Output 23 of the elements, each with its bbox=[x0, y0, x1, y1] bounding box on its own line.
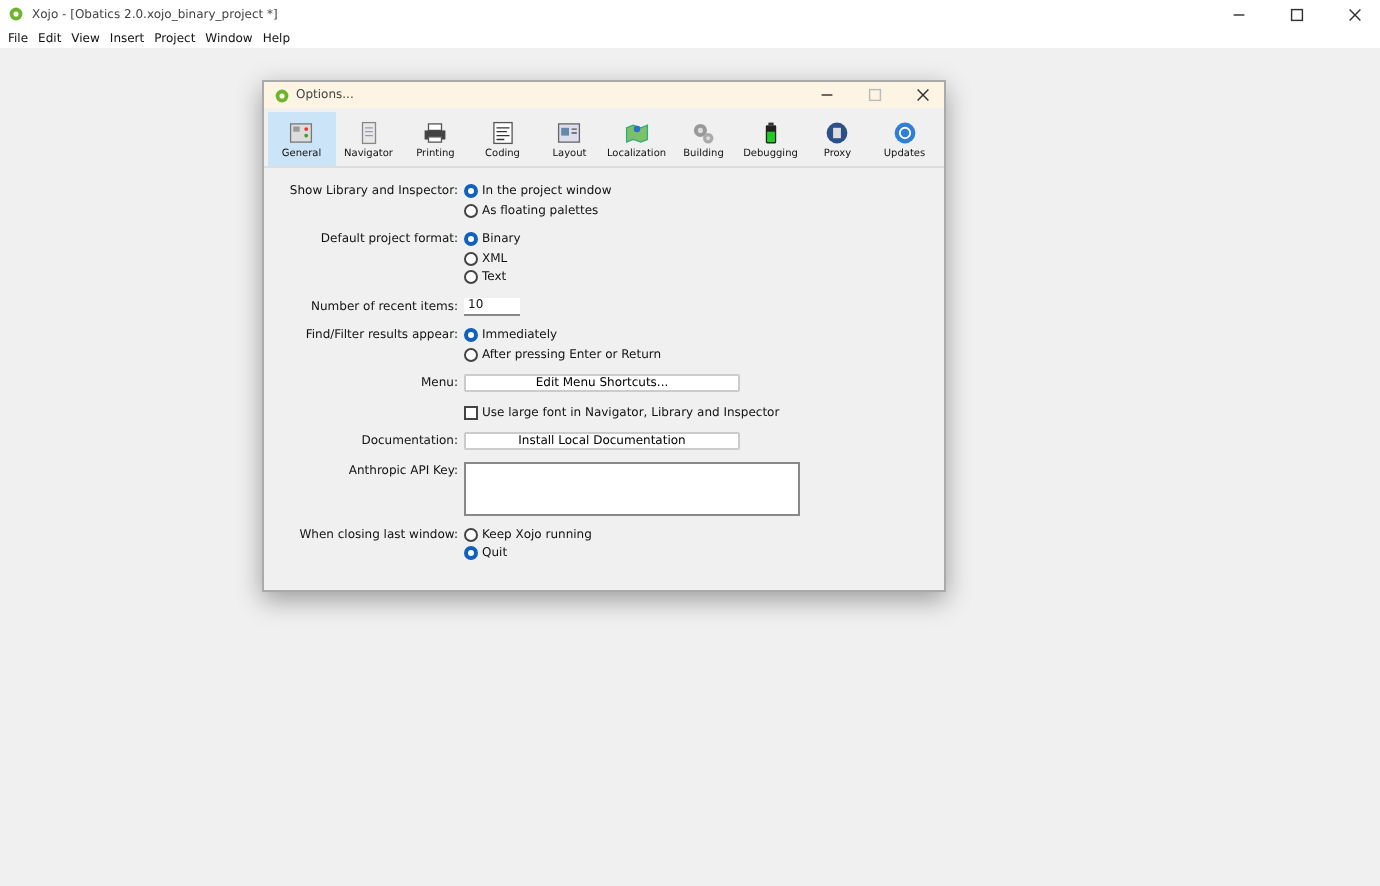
close-icon[interactable] bbox=[914, 86, 932, 104]
radio-button[interactable] bbox=[464, 546, 478, 561]
radio-button[interactable] bbox=[464, 251, 478, 266]
checkbox[interactable] bbox=[464, 405, 478, 420]
radio-button[interactable] bbox=[464, 527, 478, 542]
api-key-field[interactable] bbox=[464, 461, 800, 515]
radio-button[interactable] bbox=[464, 328, 478, 343]
maximize-icon[interactable] bbox=[1288, 5, 1306, 23]
radio-button[interactable] bbox=[464, 203, 478, 218]
app-logo-icon bbox=[8, 6, 24, 22]
radio-button[interactable] bbox=[464, 232, 478, 247]
app-logo-icon bbox=[274, 87, 290, 103]
map-icon bbox=[623, 119, 650, 145]
radio-button[interactable] bbox=[464, 270, 478, 285]
radio-button[interactable] bbox=[464, 184, 478, 199]
radio-button[interactable] bbox=[464, 347, 478, 362]
maximize-icon bbox=[866, 86, 884, 104]
layout-icon bbox=[556, 119, 583, 145]
gears-icon bbox=[690, 119, 717, 145]
close-icon[interactable] bbox=[1346, 5, 1364, 23]
panels-icon bbox=[288, 119, 315, 145]
printer-icon bbox=[422, 119, 449, 145]
code-icon bbox=[489, 119, 516, 145]
